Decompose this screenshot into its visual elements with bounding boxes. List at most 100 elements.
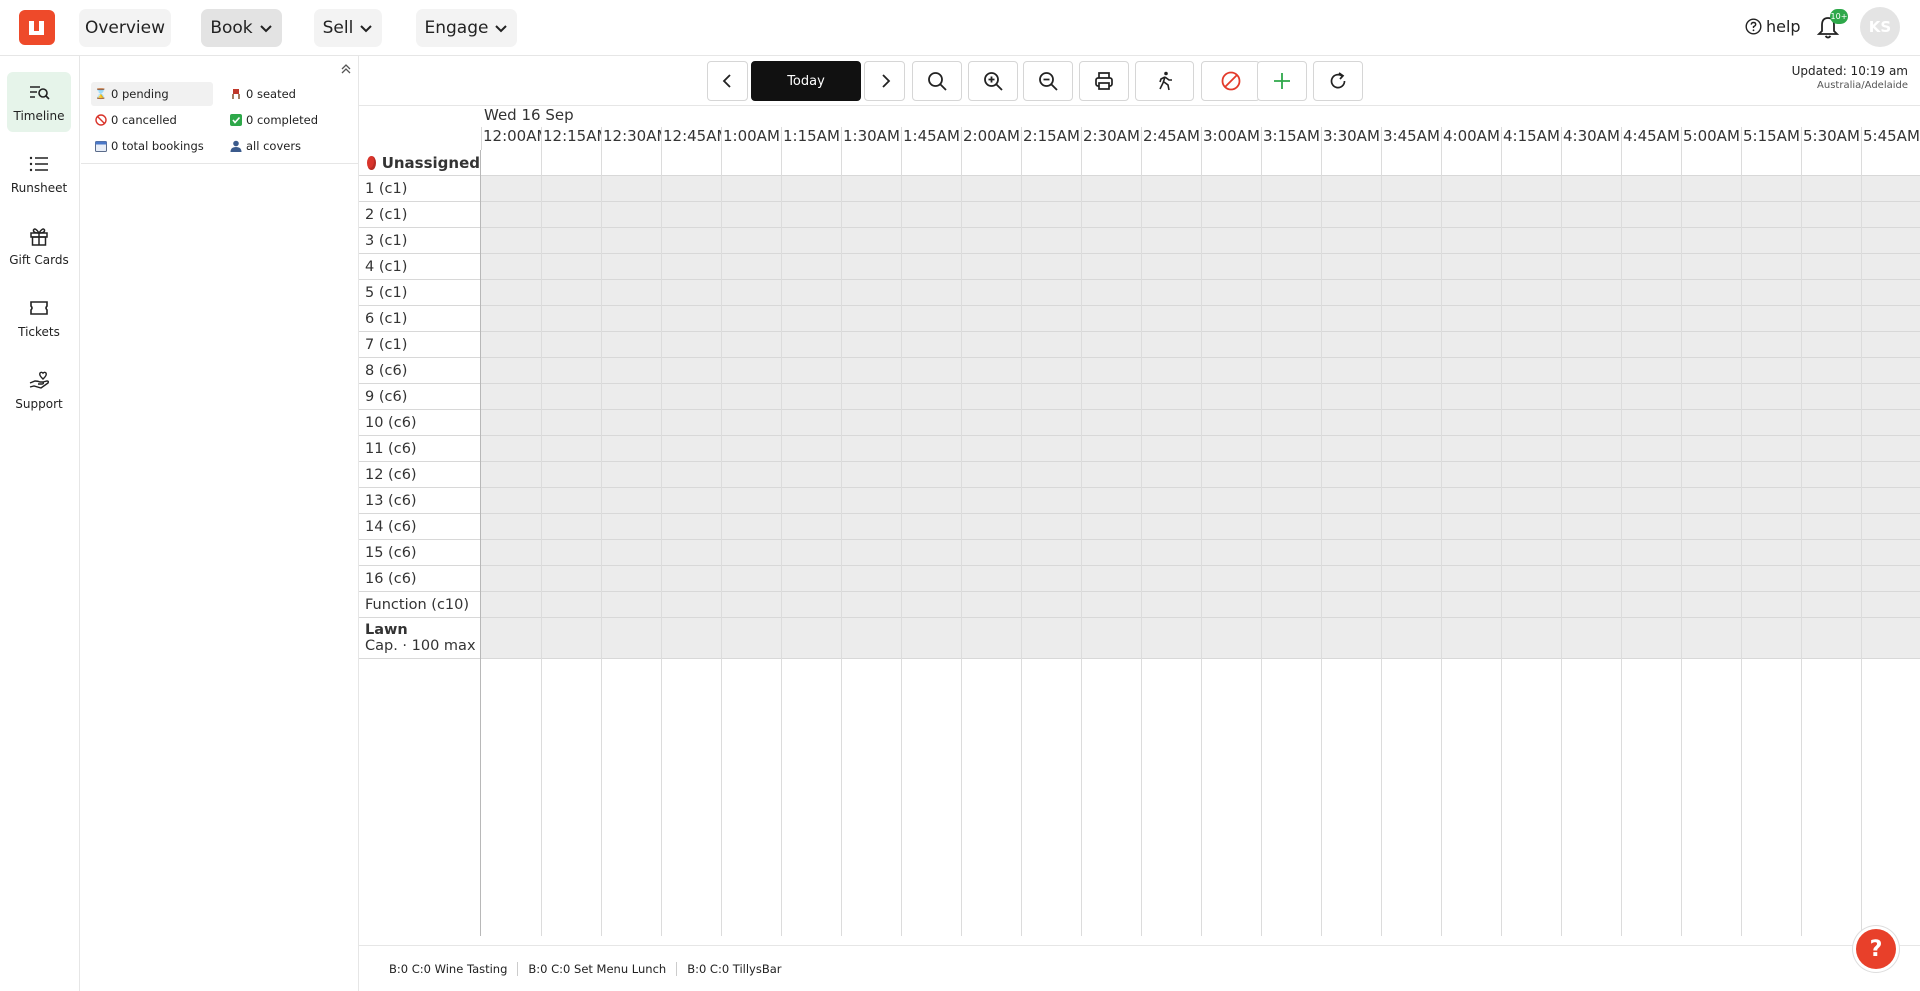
table-row[interactable]: 2 (c1) <box>359 202 1920 228</box>
row-cells[interactable] <box>481 462 1920 487</box>
table-row[interactable]: 11 (c6) <box>359 436 1920 462</box>
zoom-in-button[interactable] <box>968 61 1018 101</box>
print-button[interactable] <box>1079 61 1129 101</box>
row-cells[interactable] <box>481 514 1920 539</box>
row-cells[interactable] <box>481 228 1920 253</box>
refresh-button[interactable] <box>1313 61 1363 101</box>
row-cells[interactable] <box>481 566 1920 591</box>
row-cells[interactable] <box>481 280 1920 305</box>
table-row[interactable]: 9 (c6) <box>359 384 1920 410</box>
table-row[interactable]: 3 (c1) <box>359 228 1920 254</box>
row-cells[interactable] <box>481 150 1920 175</box>
row-cells[interactable] <box>481 488 1920 513</box>
row-cells[interactable] <box>481 436 1920 461</box>
today-button[interactable]: Today <box>751 61 861 101</box>
time-slot-label: 12:00AM <box>481 127 541 150</box>
table-label: 12 (c6) <box>359 462 481 487</box>
rail-item-tickets[interactable]: Tickets <box>7 288 71 348</box>
collapse-icon[interactable] <box>339 62 353 76</box>
next-day-button[interactable] <box>864 61 905 101</box>
time-slot-label: 2:15AM <box>1021 127 1081 150</box>
rail-item-label: Timeline <box>13 109 65 123</box>
stat-cancelled[interactable]: 0 cancelled <box>91 108 213 132</box>
table-row[interactable]: 1 (c1) <box>359 176 1920 202</box>
row-cells[interactable] <box>481 306 1920 331</box>
ticket-icon <box>30 301 48 315</box>
row-cells[interactable] <box>481 410 1920 435</box>
table-label: 4 (c1) <box>359 254 481 279</box>
stat-pending[interactable]: ⌛ 0 pending <box>91 82 213 106</box>
timezone-label: Australia/Adelaide <box>1817 80 1908 91</box>
today-label: Today <box>787 73 825 89</box>
footer-item[interactable]: B:0 C:0 TillysBar <box>677 962 791 976</box>
row-cells[interactable] <box>481 358 1920 383</box>
stat-completed-label: 0 completed <box>246 113 318 127</box>
rail-item-timeline[interactable]: Timeline <box>7 72 71 132</box>
time-slot-label: 5:30AM <box>1801 127 1861 150</box>
footer-summary: B:0 C:0 Wine Tasting B:0 C:0 Set Menu Lu… <box>359 945 1920 991</box>
table-row[interactable]: 13 (c6) <box>359 488 1920 514</box>
stat-cancelled-label: 0 cancelled <box>111 113 177 127</box>
table-label: 11 (c6) <box>359 436 481 461</box>
time-slot-label: 2:00AM <box>961 127 1021 150</box>
row-cells[interactable] <box>481 592 1920 617</box>
time-slot-label: 5:00AM <box>1681 127 1741 150</box>
rail-item-support[interactable]: Support <box>7 360 71 420</box>
table-row[interactable]: 5 (c1) <box>359 280 1920 306</box>
table-row[interactable]: 14 (c6) <box>359 514 1920 540</box>
row-cells[interactable] <box>481 254 1920 279</box>
unassigned-row[interactable]: Unassigned <box>359 150 1920 176</box>
time-slot-label: 1:15AM <box>781 127 841 150</box>
table-row[interactable]: 12 (c6) <box>359 462 1920 488</box>
table-row[interactable]: 10 (c6) <box>359 410 1920 436</box>
nav-overview[interactable]: Overview <box>79 9 171 47</box>
brand-logo-icon[interactable] <box>19 10 55 45</box>
nav-book[interactable]: Book <box>201 9 282 47</box>
time-slot-label: 3:00AM <box>1201 127 1261 150</box>
nav-engage-label: Engage <box>424 18 489 38</box>
zoom-out-button[interactable] <box>1023 61 1073 101</box>
grid-top-border <box>359 105 1920 106</box>
row-cells[interactable] <box>481 540 1920 565</box>
stat-covers[interactable]: all covers <box>226 134 336 158</box>
nav-engage[interactable]: Engage <box>416 9 517 47</box>
table-row[interactable]: 16 (c6) <box>359 566 1920 592</box>
block-button[interactable] <box>1201 61 1260 101</box>
help-link[interactable]: help <box>1745 17 1801 36</box>
area-row-lawn[interactable]: Lawn Cap. · 100 max <box>359 618 1920 659</box>
row-cells[interactable] <box>481 384 1920 409</box>
stat-total-bookings[interactable]: 0 total bookings <box>91 134 219 158</box>
table-row[interactable]: Function (c10) <box>359 592 1920 618</box>
table-row[interactable]: 8 (c6) <box>359 358 1920 384</box>
time-slot-label: 5:45AM <box>1861 127 1920 150</box>
table-row[interactable]: 15 (c6) <box>359 540 1920 566</box>
row-cells[interactable] <box>481 618 1920 658</box>
search-button[interactable] <box>912 61 962 101</box>
stat-seated-label: 0 seated <box>246 87 296 101</box>
table-label: 2 (c1) <box>359 202 481 227</box>
table-row[interactable]: 7 (c1) <box>359 332 1920 358</box>
left-rail: Timeline Runsheet Gift Cards Tickets Sup… <box>0 56 80 991</box>
footer-item[interactable]: B:0 C:0 Set Menu Lunch <box>518 961 678 976</box>
area-label-cell: Lawn Cap. · 100 max <box>359 618 481 658</box>
stat-seated[interactable]: 0 seated <box>226 82 336 106</box>
zoom-in-icon <box>984 72 1003 91</box>
walk-in-icon <box>1158 71 1172 91</box>
row-cells[interactable] <box>481 176 1920 201</box>
avatar[interactable]: KS <box>1860 7 1900 47</box>
date-label: Wed 16 Sep <box>484 106 574 124</box>
row-cells[interactable] <box>481 332 1920 357</box>
stat-completed[interactable]: 0 completed <box>226 108 351 132</box>
prev-day-button[interactable] <box>707 61 748 101</box>
rail-item-runsheet[interactable]: Runsheet <box>7 144 71 204</box>
rail-item-gift-cards[interactable]: Gift Cards <box>7 216 71 276</box>
table-row[interactable]: 4 (c1) <box>359 254 1920 280</box>
help-fab-button[interactable]: ? <box>1856 929 1896 969</box>
footer-item[interactable]: B:0 C:0 Wine Tasting <box>379 961 519 976</box>
add-booking-button[interactable] <box>1257 61 1307 101</box>
rail-item-label: Runsheet <box>10 181 68 195</box>
table-row[interactable]: 6 (c1) <box>359 306 1920 332</box>
row-cells[interactable] <box>481 202 1920 227</box>
walk-in-button[interactable] <box>1135 61 1194 101</box>
nav-sell[interactable]: Sell <box>314 9 382 47</box>
